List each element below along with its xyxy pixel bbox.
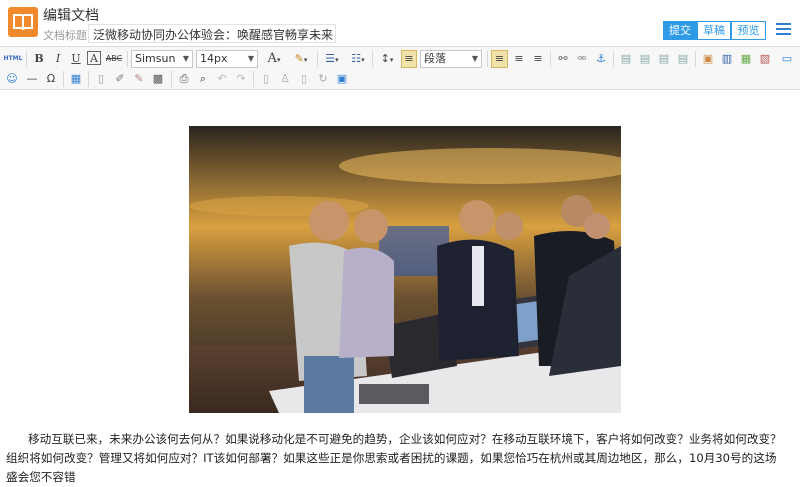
anchor-icon[interactable]: ⚓ bbox=[593, 51, 609, 67]
font-border-icon[interactable]: A bbox=[87, 51, 101, 65]
image-float-right-icon[interactable]: ▤ bbox=[656, 51, 672, 67]
clipboard-icon[interactable]: ▯ bbox=[296, 71, 312, 87]
unlink-icon[interactable]: ⚮ bbox=[574, 51, 590, 67]
editor-toolbar: HTML B I U A ABC Simsun ▼ 14px ▼ A▾ ✎▾ ☰▾ … bbox=[0, 46, 800, 90]
image-center-icon[interactable]: ▤ bbox=[675, 51, 691, 67]
highlight-color-icon[interactable]: ✎▾ bbox=[289, 51, 313, 67]
screenshot-icon[interactable]: ▣ bbox=[334, 71, 350, 87]
underline-icon[interactable]: U bbox=[69, 51, 83, 67]
insert-image-icon[interactable]: ▣ bbox=[700, 51, 716, 67]
search-replace-icon[interactable]: ⌕ bbox=[195, 71, 211, 87]
paragraph-format-icon[interactable]: ≡ bbox=[401, 50, 417, 68]
insert-video-icon[interactable]: ▧ bbox=[757, 51, 773, 67]
align-left-icon[interactable]: ≡ bbox=[491, 50, 508, 68]
ordered-list-icon[interactable]: ☰▾ bbox=[321, 51, 343, 67]
page-title: 编辑文档 bbox=[43, 8, 99, 24]
font-color-icon[interactable]: A▾ bbox=[263, 51, 285, 67]
template-icon[interactable]: ▯ bbox=[258, 71, 274, 87]
html-source-button[interactable]: HTML bbox=[3, 51, 23, 67]
editor-header: 编辑文档 文档标题: 泛微移动协同办公体验会：唤醒感官畅享未来 提交 草稿 预览 bbox=[0, 0, 800, 46]
horizontal-rule-icon[interactable]: — bbox=[24, 71, 40, 87]
doc-title-input[interactable]: 泛微移动协同办公体验会：唤醒感官畅享未来 bbox=[88, 24, 336, 43]
undo-icon[interactable]: ↶ bbox=[214, 71, 230, 87]
print-icon[interactable]: ⎙ bbox=[176, 71, 192, 87]
unordered-list-icon[interactable]: ☷▾ bbox=[347, 51, 369, 67]
font-size-select[interactable]: 14px ▼ bbox=[196, 50, 258, 68]
multi-image-icon[interactable]: ▥ bbox=[719, 51, 735, 67]
align-right-icon[interactable]: ≡ bbox=[530, 51, 546, 67]
redo-icon[interactable]: ↷ bbox=[233, 71, 249, 87]
image-float-none-icon[interactable]: ▤ bbox=[618, 51, 634, 67]
line-height-icon[interactable]: ↕▾ bbox=[376, 51, 398, 67]
menu-icon[interactable] bbox=[776, 23, 791, 37]
autotypeset-icon[interactable]: ▩ bbox=[150, 71, 166, 87]
special-char-icon[interactable]: Ω bbox=[43, 71, 59, 87]
insert-frame-icon[interactable]: ▭ bbox=[779, 51, 795, 67]
image-float-left-icon[interactable]: ▤ bbox=[637, 51, 653, 67]
event-photo bbox=[189, 126, 621, 413]
emotion-icon[interactable]: ☺ bbox=[4, 71, 20, 87]
italic-icon[interactable]: I bbox=[51, 51, 65, 67]
eraser-icon[interactable]: ✐ bbox=[112, 71, 128, 87]
draft-button[interactable]: 草稿 bbox=[697, 21, 731, 40]
article-body[interactable]: 移动互联已来，未来办公该何去何从？如果说移动化是不可避免的趋势，企业该如何应对？… bbox=[6, 430, 786, 487]
insert-picture-icon[interactable]: ▦ bbox=[738, 51, 754, 67]
paragraph-select[interactable]: 段落 ▼ bbox=[420, 50, 482, 68]
book-icon bbox=[8, 7, 38, 37]
format-brush-icon[interactable]: ✎ bbox=[131, 71, 147, 87]
refresh-icon[interactable]: ↻ bbox=[315, 71, 331, 87]
font-family-select[interactable]: Simsun ▼ bbox=[131, 50, 193, 68]
preview-button[interactable]: 预览 bbox=[731, 21, 766, 40]
user-icon[interactable]: ♙ bbox=[277, 71, 293, 87]
strikethrough-icon[interactable]: ABC bbox=[105, 51, 123, 67]
table-icon[interactable]: ▦ bbox=[68, 71, 84, 87]
align-center-icon[interactable]: ≡ bbox=[511, 51, 527, 67]
submit-button[interactable]: 提交 bbox=[663, 21, 697, 40]
new-document-icon[interactable]: ▯ bbox=[93, 71, 109, 87]
bold-icon[interactable]: B bbox=[32, 51, 46, 67]
doc-title-label: 文档标题: bbox=[43, 29, 91, 42]
editor-content[interactable]: 移动互联已来，未来办公该何去何从？如果说移动化是不可避免的趋势，企业该如何应对？… bbox=[0, 91, 800, 484]
link-icon[interactable]: ⚯ bbox=[555, 51, 571, 67]
